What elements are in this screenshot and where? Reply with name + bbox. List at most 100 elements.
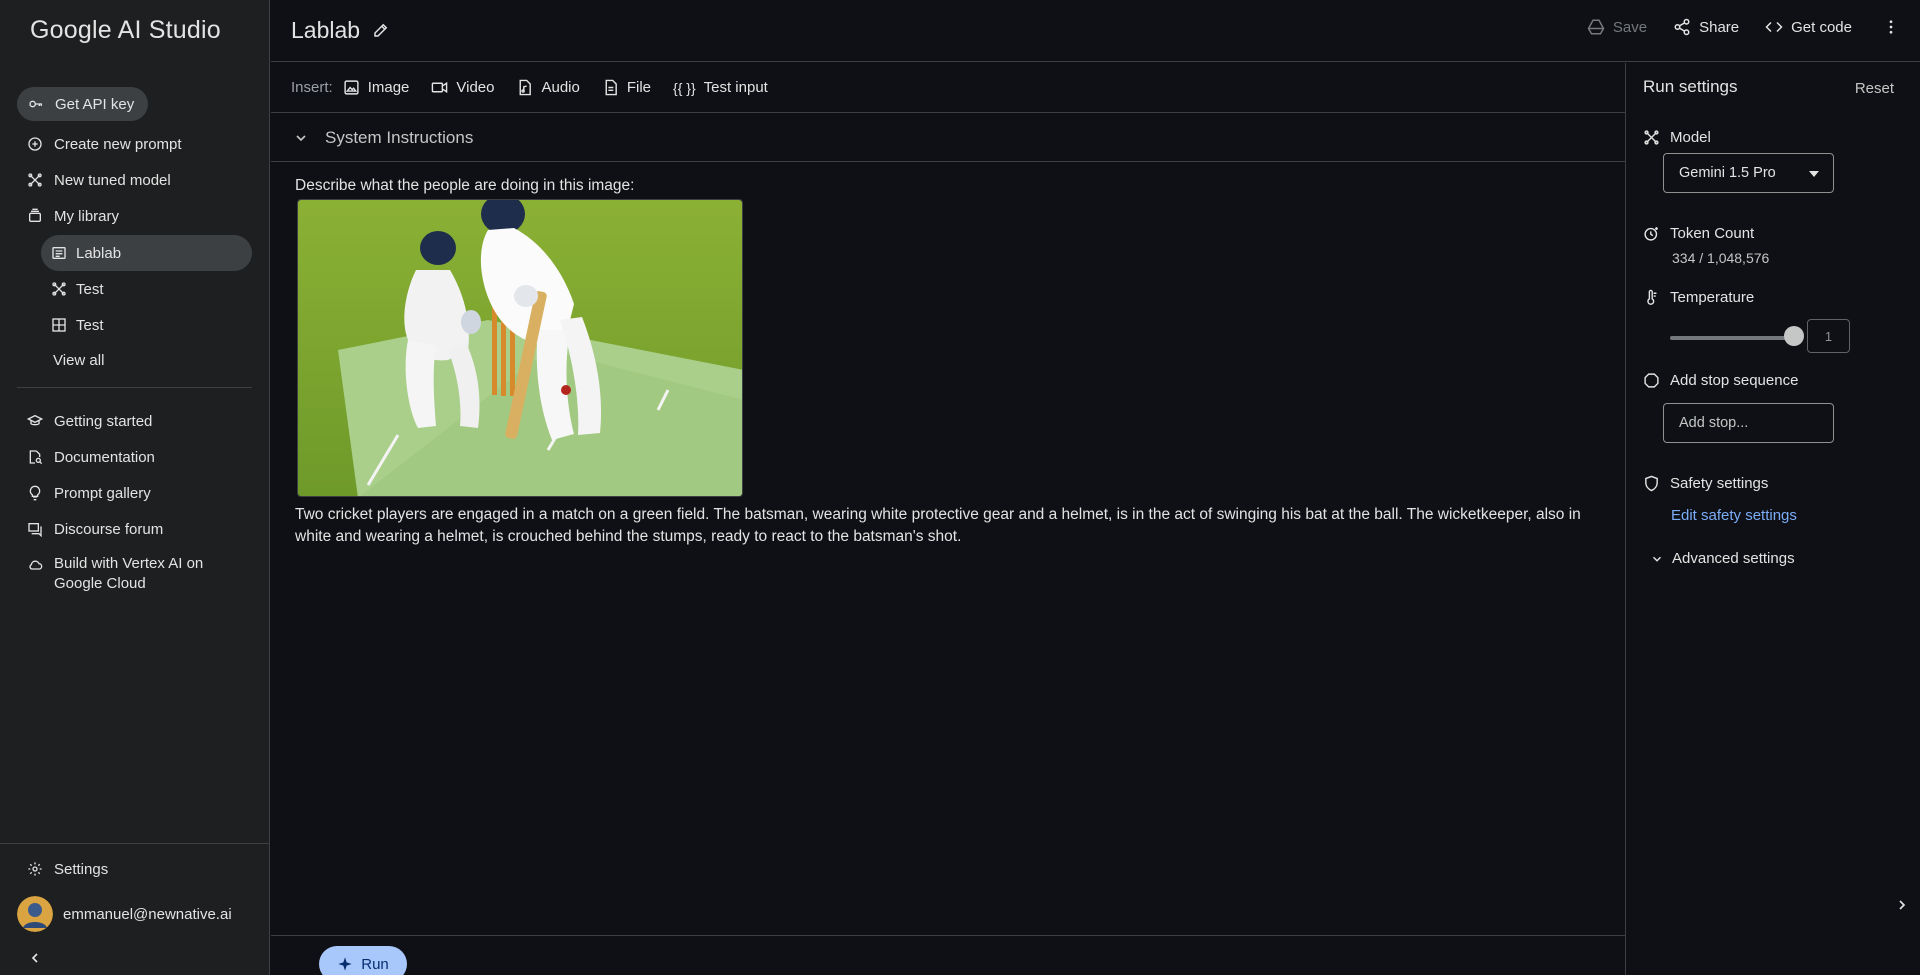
token-count-icon (1644, 227, 1658, 241)
prompt-text[interactable]: Describe what the people are doing in th… (295, 177, 634, 195)
token-count-value: 334 / 1,048,576 (1672, 250, 1770, 266)
model-value: Gemini 1.5 Pro (1679, 165, 1776, 181)
view-all-label: View all (53, 351, 105, 369)
create-new-prompt-label: Create new prompt (54, 135, 182, 153)
sidebar-item-label: Lablab (76, 244, 122, 262)
chevron-down-icon (296, 134, 306, 141)
tuned-model-icon (50, 280, 68, 298)
getting-started-link[interactable]: Getting started (17, 404, 152, 438)
my-library-label: My library (54, 207, 120, 225)
chat-prompt-icon (50, 244, 68, 262)
app-window: Google AI Studio Get API key Create new … (0, 0, 1920, 975)
advanced-settings-toggle[interactable]: Advanced settings (1650, 550, 1795, 567)
user-account[interactable]: emmanuel@newnative.ai (17, 896, 232, 932)
shield-icon (1645, 475, 1658, 492)
top-actions: Save Share Get code (1561, 18, 1900, 36)
get-code-label: Get code (1791, 18, 1852, 36)
new-tuned-model-label: New tuned model (54, 171, 171, 189)
prompt-editor[interactable]: Describe what the people are doing in th… (271, 163, 1625, 935)
prompt-gallery-link[interactable]: Prompt gallery (17, 476, 151, 510)
documentation-label: Documentation (54, 448, 155, 466)
model-label-row: Model (1643, 129, 1711, 146)
sidebar: Google AI Studio Get API key Create new … (0, 0, 270, 975)
stop-sequence-label: Add stop sequence (1670, 372, 1799, 389)
forum-icon (26, 520, 44, 538)
getting-started-label: Getting started (54, 412, 153, 430)
chevron-down-icon (1652, 556, 1662, 562)
get-api-key-button[interactable]: Get API key (17, 87, 149, 121)
discourse-forum-label: Discourse forum (54, 520, 164, 538)
insert-test-input-button[interactable]: {{ }} Test input (673, 79, 768, 96)
sidebar-divider (17, 387, 252, 388)
gear-icon (26, 860, 44, 878)
cricket-photo[interactable] (297, 199, 743, 497)
model-label: Model (1670, 129, 1711, 146)
edit-safety-settings-link[interactable]: Edit safety settings (1671, 507, 1797, 524)
system-instructions-toggle[interactable]: System Instructions (271, 114, 1625, 162)
settings-button[interactable]: Settings (17, 852, 108, 886)
safety-settings-label: Safety settings (1670, 475, 1769, 492)
top-bar: Lablab Save Share Get code (271, 0, 1920, 62)
document-search-icon (26, 448, 44, 466)
settings-label: Settings (54, 860, 109, 878)
edit-pencil-icon[interactable] (372, 21, 390, 39)
vertex-ai-link[interactable]: Build with Vertex AI on Google Cloud (17, 554, 217, 598)
chevron-right-icon[interactable] (1894, 897, 1910, 913)
insert-image-button[interactable]: Image (343, 79, 409, 96)
sidebar-item-label: Test (76, 280, 104, 298)
insert-file-label: File (626, 79, 652, 96)
new-tuned-model-button[interactable]: New tuned model (17, 163, 171, 197)
share-label: Share (1699, 18, 1740, 36)
advanced-settings-label: Advanced settings (1672, 550, 1795, 567)
braces-icon: {{ }} (673, 79, 696, 96)
save-button[interactable]: Save (1587, 18, 1647, 36)
collapse-sidebar-icon[interactable] (27, 950, 43, 966)
school-icon (26, 412, 44, 430)
model-response[interactable]: Two cricket players are engaged in a mat… (295, 504, 1595, 548)
view-all-link[interactable]: View all (44, 342, 255, 378)
insert-audio-button[interactable]: Audio (516, 79, 580, 96)
audio-file-icon (520, 79, 532, 96)
more-vert-icon (1889, 20, 1893, 34)
sidebar-item-test-structured[interactable]: Test (41, 307, 252, 343)
brand-logo[interactable]: Google AI Studio (30, 16, 221, 45)
insert-test-input-label: Test input (703, 79, 768, 96)
sidebar-item-lablab[interactable]: Lablab (41, 235, 252, 271)
model-select[interactable]: Gemini 1.5 Pro (1663, 153, 1834, 193)
get-api-key-label: Get API key (55, 95, 135, 113)
sidebar-item-test-tuned[interactable]: Test (41, 271, 252, 307)
my-library-button[interactable]: My library (17, 199, 119, 233)
stop-sequence-input[interactable] (1663, 403, 1834, 443)
insert-video-button[interactable]: Video (431, 79, 494, 96)
key-icon (27, 95, 45, 113)
file-icon (605, 79, 617, 96)
tuned-model-icon (1644, 130, 1659, 145)
reset-button[interactable]: Reset (1855, 80, 1894, 97)
add-circle-icon (26, 135, 44, 153)
temperature-label: Temperature (1670, 289, 1755, 306)
system-instructions-label: System Instructions (325, 127, 474, 147)
page-title[interactable]: Lablab (291, 17, 360, 44)
discourse-forum-link[interactable]: Discourse forum (17, 512, 163, 546)
share-button[interactable]: Share (1673, 18, 1739, 36)
drive-icon (1587, 19, 1605, 35)
run-button[interactable]: Run (319, 946, 407, 975)
documentation-link[interactable]: Documentation (17, 440, 155, 474)
share-icon (1674, 18, 1690, 36)
more-options-button[interactable] (1882, 18, 1900, 36)
insert-audio-label: Audio (541, 79, 580, 96)
sidebar-item-label: Test (76, 316, 104, 334)
get-code-button[interactable]: Get code (1765, 18, 1852, 36)
stop-sequence-row: Add stop sequence (1643, 372, 1798, 389)
user-email: emmanuel@newnative.ai (63, 905, 232, 923)
insert-toolbar: Insert: Image Video Audio File {{ }} Tes… (271, 63, 1625, 113)
image-icon (344, 80, 359, 95)
temperature-slider-track[interactable] (1670, 336, 1794, 340)
temperature-input[interactable]: 1 (1807, 319, 1850, 353)
temperature-slider-thumb[interactable] (1784, 326, 1804, 346)
insert-label: Insert: (291, 79, 333, 96)
create-new-prompt-button[interactable]: Create new prompt (17, 127, 182, 161)
thermometer-icon (1647, 289, 1657, 305)
insert-file-button[interactable]: File (602, 79, 651, 96)
lightbulb-icon (26, 484, 44, 502)
